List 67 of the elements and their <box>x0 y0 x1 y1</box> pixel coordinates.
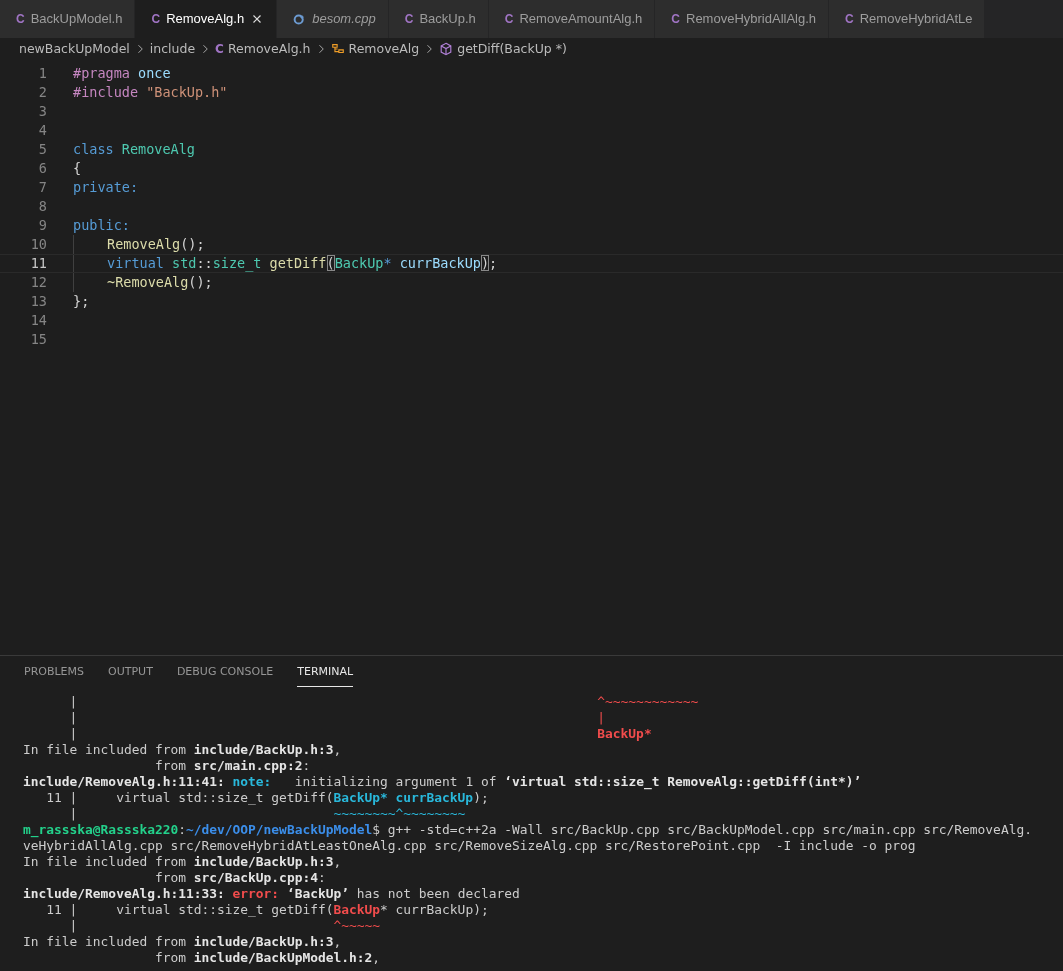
code-line: }; <box>73 292 90 311</box>
line-number: 9 <box>37 216 47 235</box>
panel-tab[interactable]: TERMINAL <box>297 656 354 687</box>
code-line: #pragma once <box>73 64 171 83</box>
terminal-line: | BackUp* <box>68 725 653 742</box>
editor-tab[interactable]: C RemoveAmountAlg.h <box>488 0 656 38</box>
terminal-line: In file included from include/BackUp.h:3, <box>23 741 343 758</box>
line-number: 8 <box>37 197 47 216</box>
breadcrumb-item[interactable]: include <box>149 39 196 59</box>
c-file-icon: C <box>504 10 514 28</box>
terminal-line: from src/BackUp.cpp:4: <box>153 869 327 886</box>
line-number: 1 <box>37 64 47 83</box>
c-file-icon: C <box>215 40 224 58</box>
panel-tab[interactable]: PROBLEMS <box>24 656 85 687</box>
panel-tab[interactable]: OUTPUT <box>108 656 153 687</box>
terminal-line: include/RemoveAlg.h:11:41: note: initializing argument 1 of ‘virtual std::size_t RemoveAlg::getDiff(int*)’ <box>23 773 863 790</box>
c-file-icon: C <box>16 10 25 28</box>
c-file-icon: C <box>671 10 680 28</box>
breadcrumb-item[interactable]: getDiff(BackUp *) <box>457 39 567 59</box>
terminal-line: 11 | virtual std::size_t getDiff(BackUp* currBackUp); <box>45 789 490 806</box>
terminal-line: | | <box>68 709 607 726</box>
code-line: #include "BackUp.h" <box>73 83 228 102</box>
terminal-line: from src/main.cpp:2: <box>153 757 312 774</box>
editor-tab[interactable]: C BackUp.h <box>388 0 489 38</box>
line-number: 2 <box>37 83 47 102</box>
c-file-icon: C <box>845 10 854 28</box>
terminal-line: from include/BackUpModel.h:2, <box>153 949 381 966</box>
breadcrumb-item[interactable]: RemoveAlg <box>348 39 420 59</box>
editor-tab[interactable]: C BackUpModel.h <box>0 0 136 38</box>
c-file-icon: C <box>404 10 414 28</box>
c-file-icon: C <box>151 10 161 28</box>
line-number: 14 <box>29 311 47 330</box>
terminal-line: 11 | virtual std::size_t getDiff(BackUp* currBackUp); <box>45 901 490 918</box>
terminal-line: m_rassska@Rassska220:~/dev/OOP/newBackUpModel$ g++ -std=c++2a -Wall src/BackUp.cpp src/BackUpModel.cpp src/main.cpp src/RemoveAlg. <box>23 821 1033 838</box>
editor-tab[interactable]: C RemoveAlg.h <box>135 0 278 38</box>
code-line: RemoveAlg(); <box>73 235 205 254</box>
terminal-line: In file included from include/BackUp.h:3, <box>23 853 343 870</box>
code-line: ~RemoveAlg(); <box>73 273 213 292</box>
terminal-line: include/RemoveAlg.h:11:33: error: ‘BackUp’ has not been declared <box>23 885 521 902</box>
code-line: class RemoveAlg <box>73 140 195 159</box>
editor-tab[interactable]: C RemoveHybridAtLe <box>829 0 986 38</box>
code-line: private: <box>73 178 139 197</box>
line-number: 5 <box>37 140 47 159</box>
editor-tab[interactable]: besom.cpp <box>277 0 389 38</box>
class-icon <box>330 42 345 56</box>
line-number: 7 <box>37 178 47 197</box>
terminal-line: | ~~~~~~~~^~~~~~~~~ <box>68 805 467 822</box>
breadcrumb-item[interactable]: RemoveAlg.h <box>227 39 311 59</box>
terminal-line: | ^~~~~~~~~~~~~ <box>68 693 700 710</box>
line-number: 10 <box>29 235 47 254</box>
panel-tab[interactable]: DEBUG CONSOLE <box>176 656 274 687</box>
terminal-line: In file included from include/BackUp.h:3, <box>23 933 343 950</box>
line-number: 13 <box>29 292 47 311</box>
cpp-file-icon <box>293 12 307 26</box>
editor-tab[interactable]: C RemoveHybridAllAlg.h <box>655 0 830 38</box>
terminal-line: veHybridAllAlg.cpp src/RemoveHybridAtLeastOneAlg.cpp src/RemoveSizeAlg.cpp src/RestorePoint.cpp -I include -o prog <box>23 837 917 854</box>
line-number: 15 <box>29 330 47 349</box>
code-line: { <box>73 159 82 178</box>
breadcrumb-item[interactable]: newBackUpModel <box>19 39 130 59</box>
line-number: 4 <box>37 121 47 140</box>
line-number: 3 <box>37 102 47 121</box>
code-line: public: <box>73 216 130 235</box>
method-icon <box>439 42 454 56</box>
line-number: 6 <box>37 159 47 178</box>
line-number: 11 <box>29 255 47 272</box>
line-number: 12 <box>29 273 47 292</box>
terminal-line: | ^~~~~~ <box>68 917 381 934</box>
